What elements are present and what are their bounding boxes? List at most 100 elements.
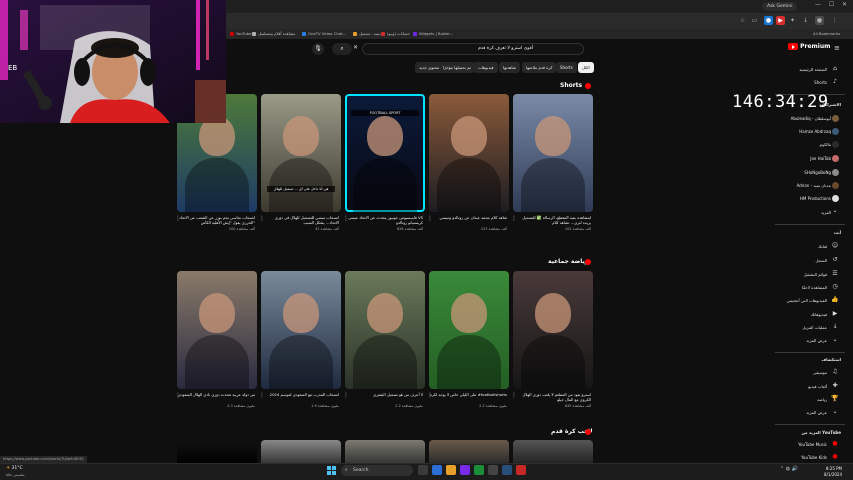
short-title[interactable]: لمشاهدة بقية المقطع، الرسالة ✅ للتسجيل ي… — [513, 215, 591, 225]
more-options-icon[interactable]: ⋮ — [175, 215, 181, 222]
subscriptions-heading[interactable]: الاشتراكات — [819, 102, 841, 107]
more-options-icon[interactable]: ⋮ — [175, 392, 181, 399]
short-card[interactable] — [345, 440, 425, 464]
short-title[interactable]: انسحاب المدرب مع السعودي لموسم 2024 — [261, 392, 339, 402]
guide-history[interactable]: السجل — [815, 258, 827, 263]
short-card[interactable] — [177, 271, 257, 389]
short-title[interactable]: انسحاب ميسي للتسجيل للهلال في دوري الاتح… — [261, 215, 339, 225]
short-card[interactable] — [429, 271, 509, 389]
guide-music[interactable]: موسيقى — [813, 370, 827, 375]
steam-icon[interactable] — [502, 465, 512, 475]
short-card[interactable] — [513, 94, 593, 212]
bookmark-item[interactable]: مشاهدة أفلام ومسلسل — [252, 30, 295, 38]
app-icon[interactable] — [488, 465, 498, 475]
voice-search-button[interactable]: 🎙 — [312, 43, 324, 55]
you-heading[interactable]: أنت — [834, 230, 841, 235]
sub-item[interactable]: HM Productions — [800, 196, 831, 201]
more-options-icon[interactable]: ⋮ — [343, 215, 349, 222]
guide-your-videos[interactable]: فيديوهاتك — [811, 312, 827, 317]
sub-item[interactable]: مالكوم — [820, 142, 831, 147]
guide-your-channel[interactable]: قناتك — [818, 244, 827, 249]
bookmark-item[interactable]: Widgets | Butter... — [413, 30, 453, 38]
short-title[interactable]: لا أعرف من هو تسجيل الشعري — [345, 392, 423, 402]
short-title[interactable]: على الليلي خاص لا يوجد لكرة #footballsho… — [429, 392, 507, 402]
all-bookmarks[interactable]: All Bookmarks — [813, 30, 840, 38]
youtube-extension-icon[interactable]: ▶ — [776, 16, 785, 25]
short-card[interactable] — [261, 271, 341, 389]
app-icon[interactable] — [460, 465, 470, 475]
chip-new[interactable]: محتوى جديد — [415, 62, 444, 73]
guide-playlists[interactable]: قوائم التشغيل — [804, 272, 827, 277]
guide-youtube-music[interactable]: YouTube Music — [798, 442, 827, 447]
more-options-icon[interactable]: ⋮ — [427, 215, 433, 222]
sub-item[interactable]: Abuleadiq - أبوسلطان — [791, 116, 831, 121]
short-card[interactable] — [429, 440, 509, 464]
guide-liked-videos[interactable]: الفيديوهات التي أعجبتني — [787, 298, 827, 303]
more-options-icon[interactable]: ⋮ — [427, 392, 433, 399]
bookmark-star-icon[interactable]: ☆ — [738, 16, 747, 25]
chip-recently-uploaded[interactable]: تم تحميلها مؤخرًا — [439, 62, 475, 73]
youtube-logo[interactable]: Premium — [788, 43, 830, 50]
close-icon[interactable]: ✕ — [842, 1, 847, 8]
clock-time[interactable]: 8:25 PM — [812, 466, 842, 471]
clock-date[interactable]: 8/1/2024 — [812, 472, 842, 477]
clear-search-icon[interactable]: ✕ — [353, 44, 358, 51]
system-tray-icons[interactable]: ⌃ ◍ 🔊 — [780, 466, 798, 472]
guide-downloads[interactable]: عمليات التنزيل — [802, 325, 827, 330]
profile-avatar[interactable]: ● — [815, 16, 824, 25]
guide-sports[interactable]: رياضة — [817, 397, 827, 402]
guide-show-more[interactable]: المزيد — [821, 210, 831, 215]
short-title[interactable]: انسحاب نجاسي نجم بوزر عن الشعب عن الاتحا… — [177, 215, 255, 225]
hamburger-menu-icon[interactable]: ≡ — [834, 44, 840, 52]
short-card[interactable] — [345, 271, 425, 389]
windows-start-icon[interactable] — [327, 466, 336, 475]
guide-youtube-kids[interactable]: YouTube Kids — [801, 455, 827, 460]
more-options-icon[interactable]: ⋮ — [259, 392, 265, 399]
ask-gemini-button[interactable]: Ask Gemini — [762, 2, 798, 11]
file-explorer-icon[interactable] — [446, 465, 456, 475]
extension-icon[interactable]: ● — [764, 16, 773, 25]
taskbar-search[interactable]: ⌕ Search — [341, 465, 413, 476]
more-options-icon[interactable]: ⋮ — [511, 392, 517, 399]
bookmark-item[interactable]: حسابات (ويبو) — [381, 30, 410, 38]
guide-show-more[interactable]: عرض المزيد — [806, 338, 827, 343]
maximize-icon[interactable]: ☐ — [829, 1, 834, 8]
chrome-icon[interactable] — [474, 465, 484, 475]
extensions-puzzle-icon[interactable]: ✦ — [788, 16, 797, 25]
short-card[interactable]: FOOTBALL SPORT — [345, 94, 425, 212]
guide-show-more[interactable]: عرض المزيد — [806, 410, 827, 415]
sub-item[interactable]: Joe HaiTab — [810, 156, 831, 161]
guide-watch-later[interactable]: المشاهدة لاحقًا — [802, 285, 827, 290]
minimize-icon[interactable]: — — [815, 1, 821, 8]
download-icon[interactable]: ↓ — [801, 16, 810, 25]
short-card[interactable] — [177, 440, 257, 464]
bookmark-item[interactable]: YouTube — [230, 30, 251, 38]
sub-item[interactable]: Hamze Abdrzaq — [799, 129, 831, 134]
more-options-icon[interactable]: ⋮ — [259, 215, 265, 222]
bookmark-item[interactable]: OneTV Video Chat... — [302, 30, 346, 38]
more-options-icon[interactable]: ⋮ — [511, 215, 517, 222]
short-card[interactable] — [261, 440, 341, 464]
short-title[interactable]: من دولة عربية تتحدث دوري نادي الهلال الس… — [177, 392, 255, 402]
short-card[interactable] — [513, 271, 593, 389]
short-card[interactable] — [513, 440, 593, 464]
guide-shorts[interactable]: Shorts — [814, 80, 827, 85]
bookmark-item[interactable]: ديفيد - تسجيل — [353, 30, 382, 38]
search-button[interactable]: ⌕ — [332, 43, 352, 55]
sub-item[interactable]: SHoNgoBoNg — [804, 170, 831, 175]
app-icon[interactable] — [516, 465, 526, 475]
short-title[interactable]: استرو يعود من المطعم لا يلعب دوري الهلال… — [513, 392, 591, 402]
guide-home[interactable]: الصفحة الرئيسية — [799, 67, 827, 72]
search-input[interactable]: أقوى استرو لا تعرف كرة قدم — [362, 43, 584, 55]
chip-videos[interactable]: فيديوهات — [474, 62, 498, 73]
task-view-icon[interactable] — [418, 465, 428, 475]
chip-shorts[interactable]: Shorts — [556, 62, 577, 73]
chip-watched[interactable]: شاهدتها — [499, 62, 520, 73]
short-card[interactable]: هي أنا داخل على آي ... تسجيل للهلال — [261, 94, 341, 212]
short-card[interactable] — [429, 94, 509, 212]
guide-gaming[interactable]: ألعاب فيديو — [808, 384, 827, 389]
chip-football[interactable]: كرة قدم ملاعبها — [522, 62, 557, 73]
more-menu-icon[interactable]: ⋮ — [830, 16, 839, 25]
short-title[interactable]: شاهد كلام محمد عبدان عن رونالدو وميسي — [429, 215, 507, 225]
short-title[interactable]: فاينيسيوس جونيور يتحدث عن الاتحاد عيسى V… — [345, 215, 423, 225]
